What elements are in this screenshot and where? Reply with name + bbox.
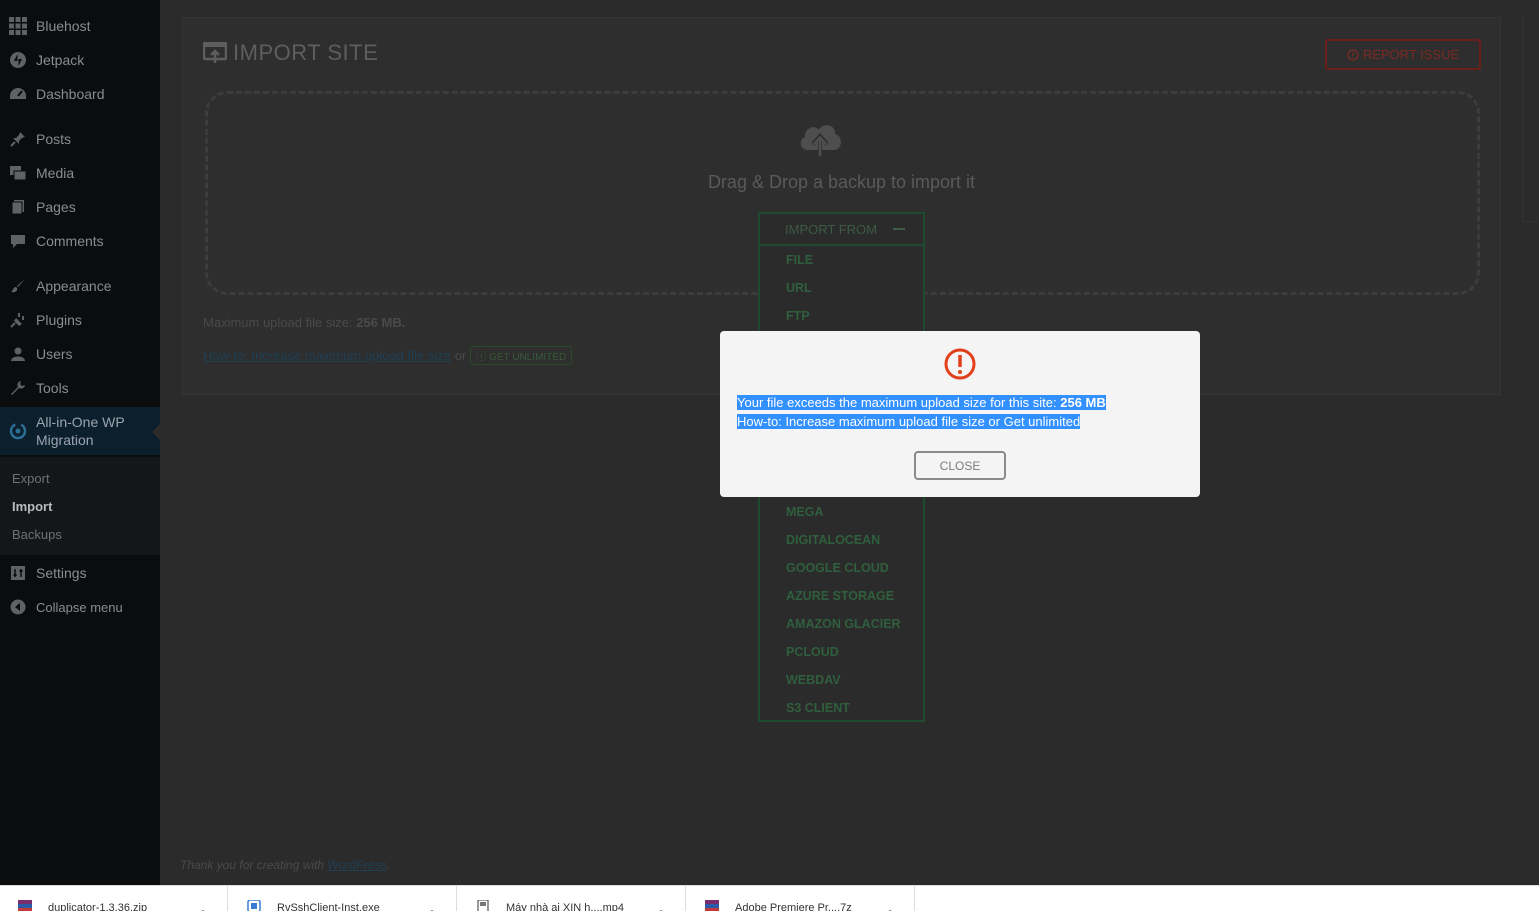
menu-item-settings[interactable]: Settings [0,556,160,590]
error-modal: Your file exceeds the maximum upload siz… [720,331,1200,497]
submenu-export[interactable]: Export [12,471,50,486]
chevron-up-icon[interactable]: ︿ [656,901,666,911]
menu-item-comments[interactable]: Comments [0,224,160,258]
download-item[interactable]: Adobe Premiere Pr....7z ︿ [687,886,915,911]
menu-label: Tools [36,380,69,396]
menu-label: Dashboard [36,86,105,102]
menu-item-posts[interactable]: Posts [0,122,160,156]
menu-label: Plugins [36,312,82,328]
import-icon [203,42,227,63]
menu-item-jetpack[interactable]: Jetpack [0,43,160,77]
import-from-button[interactable]: IMPORT FROM [760,214,923,246]
menu-item-all-in-one-wp-migration[interactable]: All-in-One WP Migration [0,407,160,455]
chevron-up-icon[interactable]: ︿ [427,901,437,911]
import-option-ftp[interactable]: FTP [786,309,810,323]
menu-item-bluehost[interactable]: Bluehost [0,9,160,43]
brush-icon [0,278,36,294]
import-option-file[interactable]: FILE [786,253,813,267]
menu-item-tools[interactable]: Tools [0,371,160,405]
media-icon [0,165,36,181]
menu-item-plugins[interactable]: Plugins [0,303,160,337]
wrench-icon [0,380,36,396]
error-icon [944,348,976,380]
alert-circle-icon [1347,48,1359,61]
close-button[interactable]: CLOSE [914,451,1006,480]
import-option-azure-storage[interactable]: AZURE STORAGE [786,589,894,603]
minus-icon [893,228,905,230]
archive-icon [18,900,32,911]
import-option-s3-client[interactable]: S3 CLIENT [786,701,850,715]
submenu-backups[interactable]: Backups [12,527,62,542]
jetpack-icon [0,52,36,68]
download-item[interactable]: Máy nhà ai XIN h....mp4 ︿ [458,886,686,911]
archive-icon [705,900,719,911]
pages-icon [0,199,36,215]
user-icon [0,346,36,362]
report-issue-button[interactable]: REPORT ISSUE [1325,39,1481,70]
menu-item-pages[interactable]: Pages [0,190,160,224]
import-option-google-cloud[interactable]: GOOGLE CLOUD [786,561,889,575]
migration-icon [0,422,36,440]
menu-label: Media [36,165,75,181]
wordpress-link[interactable]: WordPress [327,858,386,872]
admin-footer: Thank you for creating with WordPress. [180,858,391,872]
cloud-upload-icon [800,125,841,156]
menu-item-dashboard[interactable]: Dashboard [0,77,160,111]
menu-label: Collapse menu [36,599,123,615]
howto-increase-upload-link[interactable]: How-to: Increase maximum upload file siz… [203,348,451,363]
menu-label: Posts [36,131,72,147]
settings-icon [0,565,36,581]
submenu-import[interactable]: Import [12,499,52,514]
grid-icon [0,17,36,35]
pin-icon [0,131,36,147]
menu-label: Comments [36,233,104,249]
import-option-mega[interactable]: MEGA [786,505,824,519]
admin-sidebar: Bluehost Jetpack Dashboard Posts Media P… [0,0,160,885]
import-option-pcloud[interactable]: PCLOUD [786,645,839,659]
current-menu-arrow [152,424,160,440]
menu-item-media[interactable]: Media [0,156,160,190]
import-option-amazon-glacier[interactable]: AMAZON GLACIER [786,617,901,631]
chevron-up-icon[interactable]: ︿ [885,901,895,911]
info-icon: ⓘ [476,352,487,363]
menu-label: Appearance [36,278,112,294]
menu-label: Bluehost [36,18,91,34]
page-title: IMPORT SITE [203,40,378,66]
video-file-icon [477,900,489,911]
collapse-menu-button[interactable]: Collapse menu [0,590,160,624]
menu-item-appearance[interactable]: Appearance [0,269,160,303]
menu-label: All-in-One WP Migration [36,414,125,448]
import-option-url[interactable]: URL [786,281,812,295]
download-item[interactable]: duplicator-1.3.36.zip ︿ [0,886,228,911]
menu-label: Users [36,346,73,362]
get-unlimited-button[interactable]: ⓘ GET UNLIMITED [470,346,573,365]
howto-line: How-to: Increase maximum upload file siz… [203,346,573,365]
side-panel-edge [1522,17,1539,222]
max-upload-size: Maximum upload file size: 256 MB. [203,315,406,330]
menu-item-users[interactable]: Users [0,337,160,371]
menu-label: Settings [36,565,87,581]
drop-instruction: Drag & Drop a backup to import it [707,172,976,192]
installer-icon [247,900,261,911]
chevron-up-icon[interactable]: ︿ [198,901,208,911]
dashboard-icon [0,86,36,102]
import-option-webdav[interactable]: WEBDAV [786,673,841,687]
download-item[interactable]: RvSshClient-Inst.exe ︿ [229,886,457,911]
plugin-icon [0,312,36,328]
comment-icon [0,233,36,249]
download-bar: duplicator-1.3.36.zip ︿ RvSshClient-Inst… [0,885,1539,911]
menu-label: Jetpack [36,52,85,68]
error-message: Your file exceeds the maximum upload siz… [737,395,1106,429]
import-option-digitalocean[interactable]: DIGITALOCEAN [786,533,880,547]
menu-label: Pages [36,199,76,215]
submenu: Export Import Backups [0,457,160,555]
collapse-icon [0,599,36,615]
